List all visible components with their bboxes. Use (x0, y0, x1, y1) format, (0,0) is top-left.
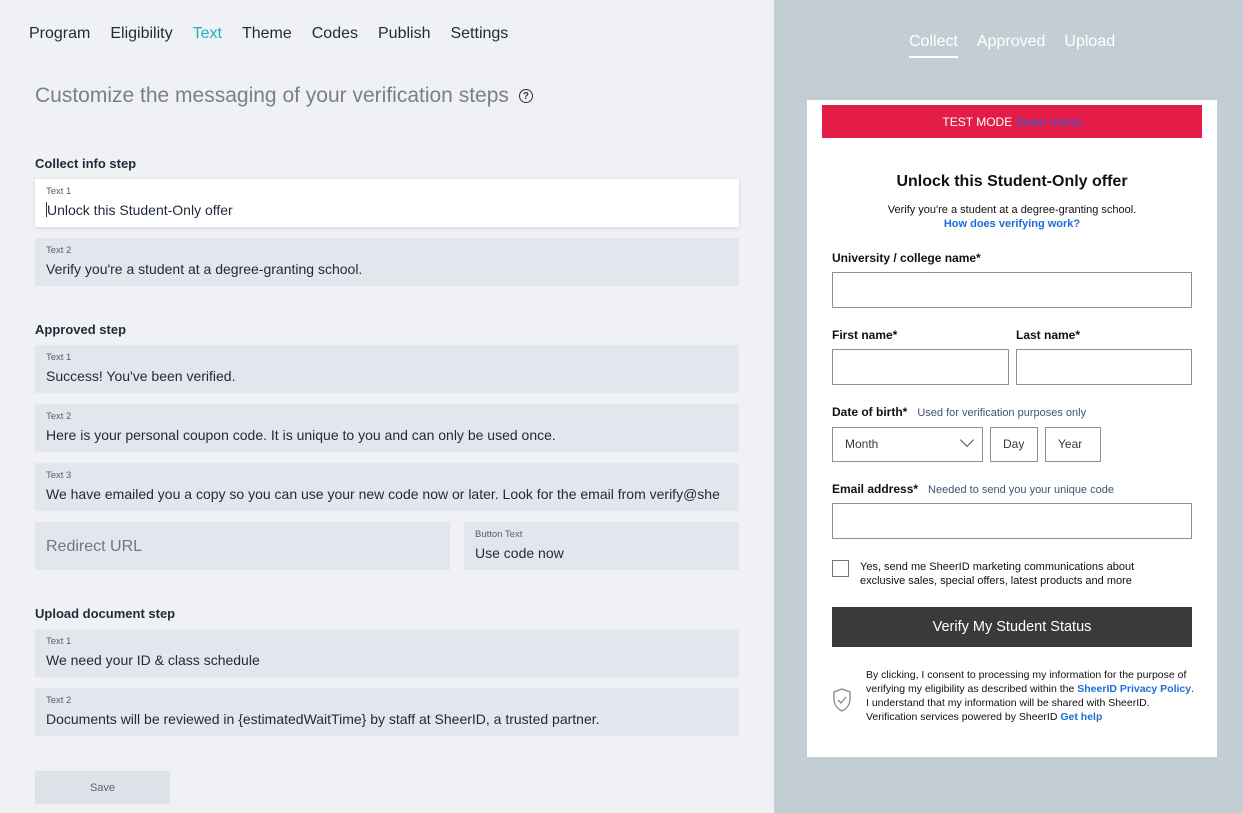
nav-theme[interactable]: Theme (242, 25, 292, 43)
day-placeholder: Day (1003, 437, 1025, 451)
collect-section-title: Collect info step (35, 156, 137, 171)
nav-settings[interactable]: Settings (450, 25, 508, 43)
last-name-input[interactable] (1016, 349, 1192, 385)
field-label: Text 1 (46, 186, 72, 197)
field-value: Success! You've been verified. (46, 368, 236, 384)
preview-form-card: TEST MODE (learn more) Unlock this Stude… (807, 100, 1217, 757)
form-title: Unlock this Student-Only offer (896, 173, 1128, 190)
approved-section-title: Approved step (35, 322, 127, 337)
chevron-down-icon (959, 432, 975, 448)
preview-panel: Collect Approved Upload TEST MODE (learn… (774, 0, 1243, 813)
help-icon[interactable]: ? (518, 89, 533, 103)
field-value: We need your ID & class schedule (46, 652, 260, 668)
powered-by-text: Verification services powered by SheerID (866, 711, 1058, 723)
field-value: Unlock this Student-Only offer (47, 202, 233, 218)
test-mode-banner: TEST MODE (learn more) (822, 105, 1202, 138)
verify-student-status-button[interactable]: Verify My Student Status (832, 607, 1192, 647)
approved-text1-field[interactable]: Text 1 Success! You've been verified. (35, 345, 739, 393)
tab-approved[interactable]: Approved (977, 33, 1046, 58)
collect-text1-field[interactable]: Text 1 Unlock this Student-Only offer (35, 179, 739, 227)
field-label: Text 2 (46, 411, 72, 422)
field-label: Text 1 (46, 636, 72, 647)
top-nav: Program Eligibility Text Theme Codes Pub… (29, 25, 508, 43)
nav-publish[interactable]: Publish (378, 25, 430, 43)
year-placeholder: Year (1058, 437, 1083, 451)
nav-text[interactable]: Text (193, 25, 222, 43)
university-input[interactable] (832, 272, 1192, 308)
marketing-text: Yes, send me SheerID marketing communica… (860, 561, 1135, 587)
dob-hint: Used for verification purposes only (917, 407, 1087, 419)
first-name-label: First name* (832, 328, 898, 342)
save-button[interactable]: Save (35, 771, 170, 804)
field-value: We have emailed you a copy so you can us… (46, 486, 720, 502)
email-hint: Needed to send you your unique code (928, 484, 1114, 496)
nav-eligibility[interactable]: Eligibility (110, 25, 172, 43)
page-title: Customize the messaging of your verifica… (35, 84, 533, 108)
month-placeholder: Month (845, 437, 879, 451)
redirect-url-field[interactable]: Redirect URL (35, 522, 450, 570)
year-input[interactable]: Year (1045, 427, 1101, 462)
learn-more-link[interactable]: (learn more) (1016, 115, 1081, 129)
dob-label-text: Date of birth* (832, 405, 908, 419)
form-subtitle: Verify you're a student at a degree-gran… (887, 204, 1137, 216)
field-label: Text 2 (46, 695, 72, 706)
email-label: Email address* Needed to send you your un… (832, 482, 1114, 496)
email-input[interactable] (832, 503, 1192, 539)
email-label-text: Email address* (832, 482, 919, 496)
field-label: Text 2 (46, 245, 72, 256)
redirect-url-placeholder: Redirect URL (46, 538, 143, 555)
get-help-link[interactable]: Get help (1060, 711, 1102, 723)
editor-panel: Program Eligibility Text Theme Codes Pub… (0, 0, 774, 813)
field-value: Documents will be reviewed in {estimated… (46, 711, 600, 727)
field-value: Verify you're a student at a degree-gran… (46, 261, 363, 277)
field-label: Text 1 (46, 352, 72, 363)
day-input[interactable]: Day (990, 427, 1038, 462)
button-text-field[interactable]: Button Text Use code now (464, 522, 739, 570)
test-mode-label: TEST MODE (942, 114, 1013, 129)
field-label: Text 3 (46, 470, 72, 481)
field-label: Button Text (475, 529, 523, 540)
approved-text2-field[interactable]: Text 2 Here is your personal coupon code… (35, 404, 739, 452)
nav-program[interactable]: Program (29, 25, 90, 43)
marketing-checkbox[interactable] (832, 560, 849, 577)
upload-section-title: Upload document step (35, 606, 176, 621)
approved-text3-field[interactable]: Text 3 We have emailed you a copy so you… (35, 463, 739, 511)
dob-label: Date of birth* Used for verification purp… (832, 405, 1086, 419)
upload-text1-field[interactable]: Text 1 We need your ID & class schedule (35, 629, 739, 677)
upload-text2-field[interactable]: Text 2 Documents will be reviewed in {es… (35, 688, 739, 736)
page-title-text: Customize the messaging of your verifica… (35, 84, 509, 107)
university-label: University / college name* (832, 251, 981, 265)
month-select[interactable]: Month (832, 427, 983, 462)
consent-text: By clicking, I consent to processing my … (866, 668, 1196, 724)
preview-tabs: Collect Approved Upload (909, 33, 1115, 58)
collect-text2-field[interactable]: Text 2 Verify you're a student at a degr… (35, 238, 739, 286)
nav-codes[interactable]: Codes (312, 25, 358, 43)
how-verifying-link[interactable]: How does verifying work? (807, 218, 1217, 230)
first-name-input[interactable] (832, 349, 1009, 385)
last-name-label: Last name* (1016, 328, 1081, 342)
field-value: Here is your personal coupon code. It is… (46, 427, 556, 443)
tab-collect[interactable]: Collect (909, 33, 958, 58)
privacy-policy-link[interactable]: SheerID Privacy Policy (1077, 683, 1191, 695)
tab-upload[interactable]: Upload (1064, 33, 1115, 58)
field-value: Use code now (475, 545, 564, 561)
shield-check-icon (833, 688, 851, 712)
